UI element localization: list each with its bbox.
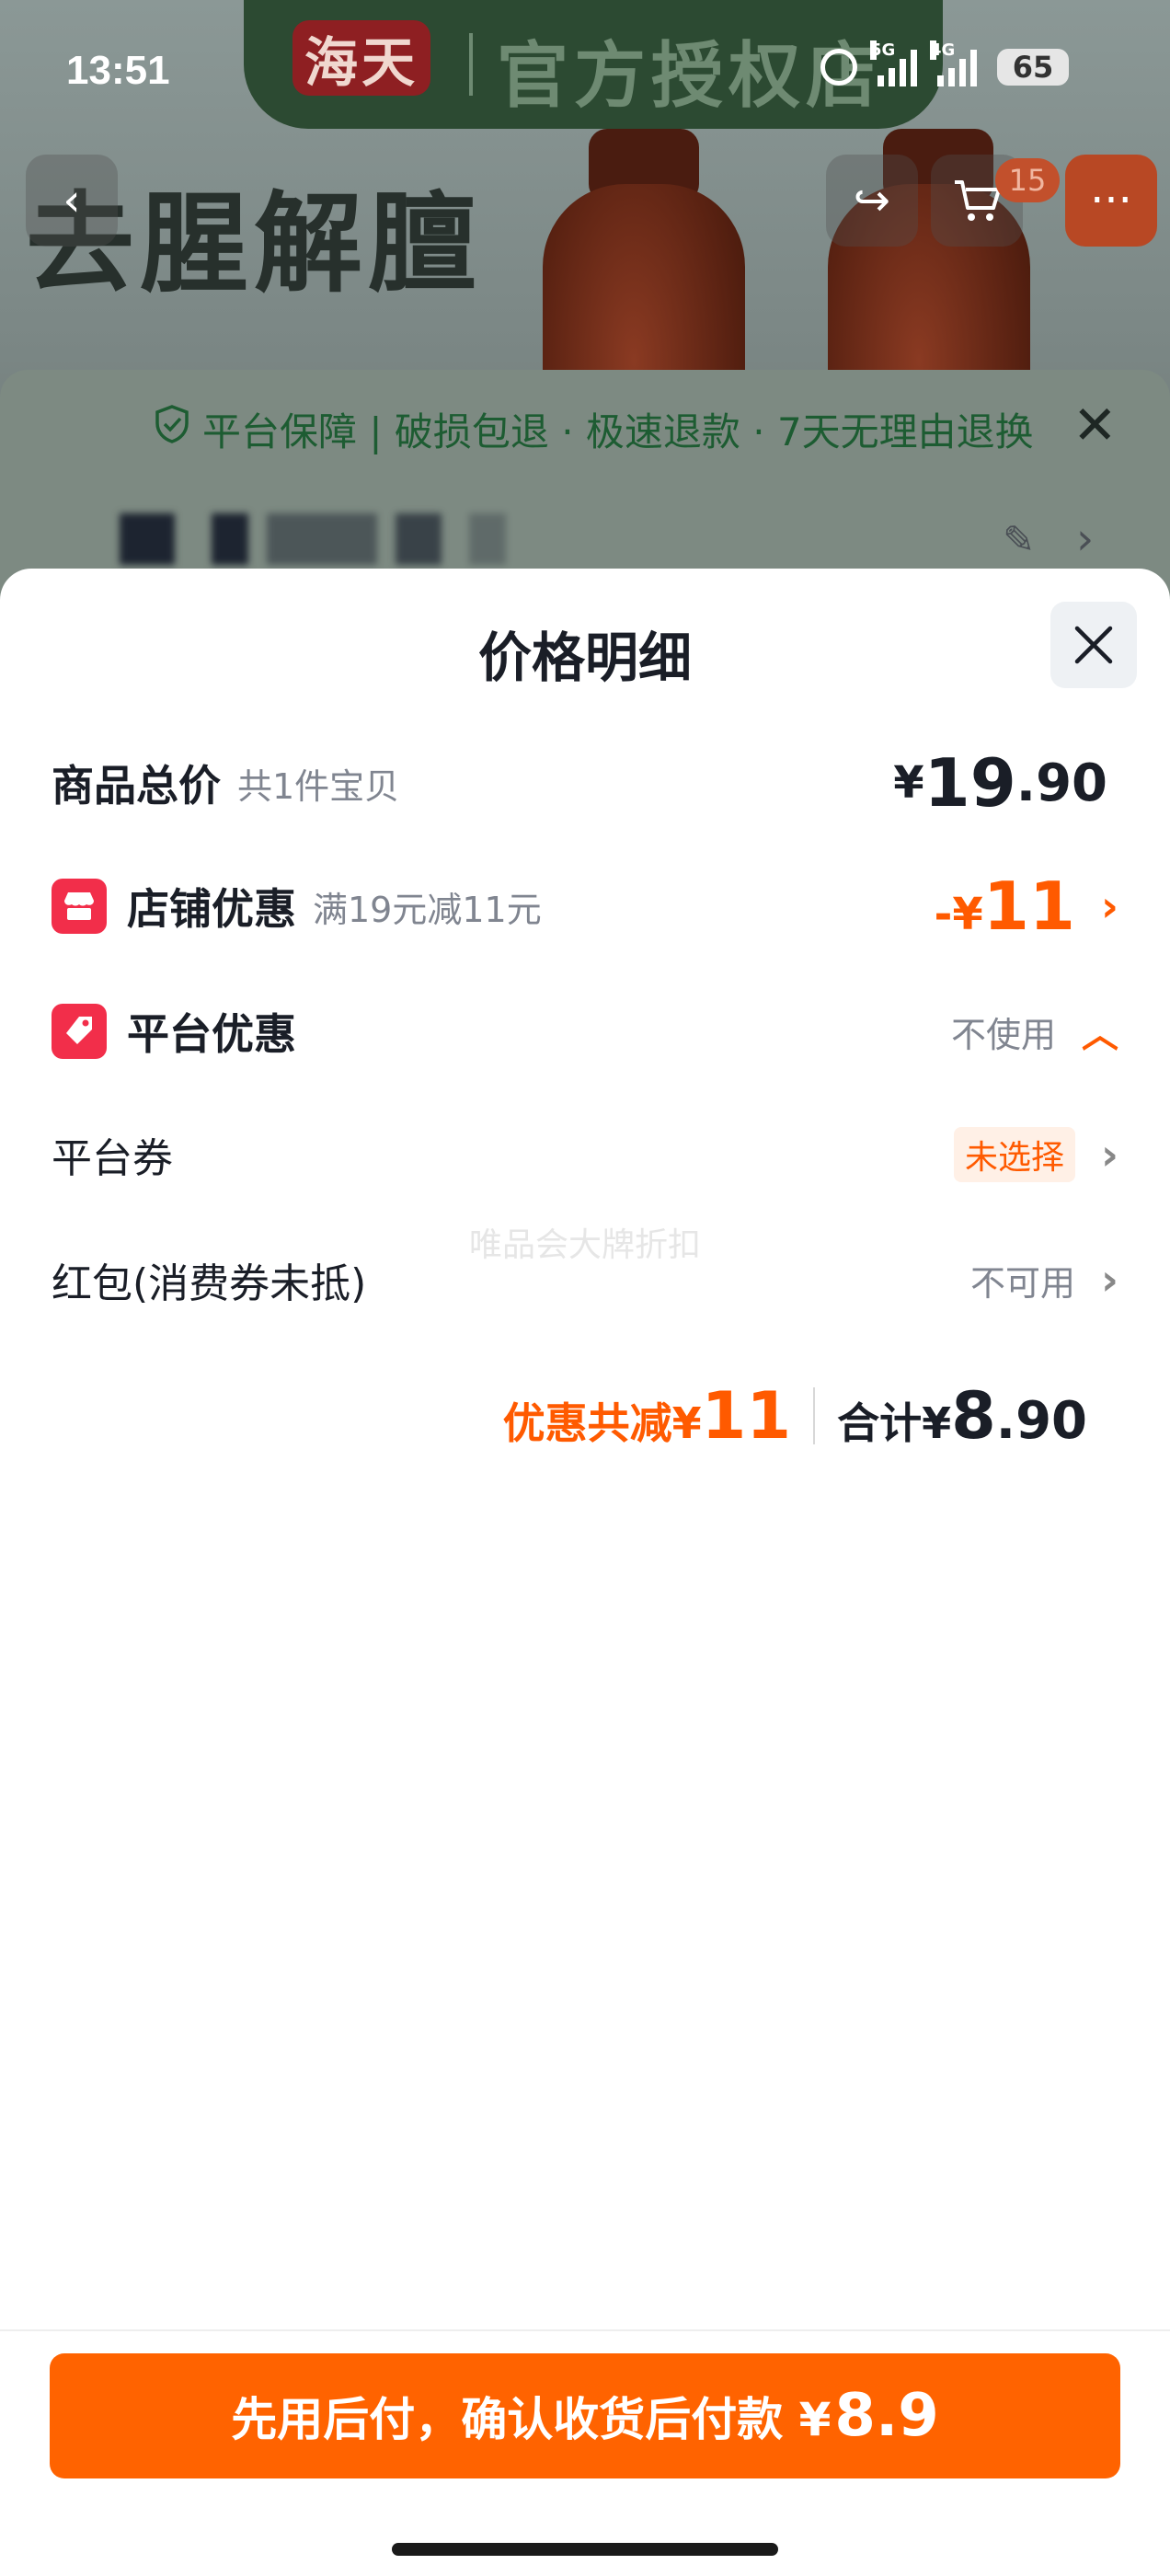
hongbao-row[interactable]: 红包(消费券未抵) 不可用 › (52, 1238, 1118, 1321)
hongbao-label: 红包(消费券未抵) (52, 1260, 367, 1307)
alarm-icon (820, 49, 857, 86)
close-icon[interactable]: ✕ (1072, 394, 1118, 456)
address-row[interactable] (46, 508, 1131, 565)
store-icon (52, 879, 107, 934)
battery-icon: 65 (997, 49, 1069, 86)
item-count: 共1件宝贝 (237, 765, 400, 807)
guarantee-text: 平台保障 | 破损包退 · 极速退款 · 7天无理由退换 (202, 409, 1034, 454)
platform-coupon-label: 平台券 (52, 1135, 173, 1182)
signal-4g-icon: 4G (930, 40, 977, 86)
home-indicator[interactable] (392, 2543, 778, 2556)
brand-separator (469, 33, 473, 96)
cart-count-badge: 15 (995, 158, 1060, 202)
total-price-row: 商品总价 共1件宝贝 ¥ 19 .90 (52, 742, 1118, 824)
platform-discount-row[interactable]: 平台优惠 不使用 ︿ (52, 990, 1118, 1073)
status-icons: 5G 4G 65 (820, 40, 1069, 86)
platform-coupon-row[interactable]: 平台券 未选择 › (52, 1113, 1118, 1196)
store-discount-value: -¥11 (934, 868, 1076, 945)
platform-discount-status: 不使用 (950, 1014, 1056, 1055)
chevron-right-icon: › (1076, 513, 1095, 565)
store-discount-rule: 满19元减11元 (313, 889, 542, 930)
edit-icon[interactable]: ✎ (1003, 517, 1035, 562)
pay-later-button[interactable]: 先用后付，确认收货后付款 ¥ 8.9 (50, 2353, 1120, 2478)
summary-discount: 优惠共减¥11 (502, 1378, 792, 1454)
bottom-bar: 先用后付，确认收货后付款 ¥ 8.9 (0, 2329, 1170, 2576)
pay-button-amount: 8.9 (834, 2382, 939, 2450)
share-button[interactable]: ↪ (826, 155, 918, 247)
share-icon: ↪ (853, 175, 891, 226)
sheet-title: 价格明细 (477, 627, 692, 689)
platform-discount-label: 平台优惠 (127, 1009, 296, 1059)
close-button[interactable] (1050, 602, 1137, 688)
chevron-right-icon: › (1101, 1255, 1118, 1305)
close-icon (1074, 626, 1113, 664)
chevron-left-icon: ‹ (63, 175, 81, 226)
brand-logo: 海天 (292, 20, 430, 96)
pay-button-label: 先用后付，确认收货后付款 ¥ (231, 2393, 832, 2446)
price-summary: 优惠共减¥11 合计¥8.90 (503, 1378, 1087, 1454)
price-detail-sheet: 价格明细 商品总价 共1件宝贝 ¥ 19 .90 店铺优惠 满19元减11元 -… (0, 569, 1170, 2576)
summary-total: 合计¥8.90 (837, 1378, 1087, 1454)
back-button[interactable]: ‹ (26, 155, 118, 247)
more-button[interactable]: ··· (1065, 155, 1157, 247)
tag-icon (52, 1004, 107, 1059)
chevron-right-icon: › (1101, 1130, 1118, 1179)
total-price-value: ¥ 19 .90 (893, 744, 1107, 822)
signal-5g-icon: 5G (870, 40, 917, 86)
store-discount-row[interactable]: 店铺优惠 满19元减11元 -¥11 › (52, 865, 1118, 948)
status-time: 13:51 (66, 48, 170, 93)
hongbao-status: 不可用 (970, 1262, 1076, 1304)
chevron-right-icon: › (1101, 881, 1118, 931)
total-price-label: 商品总价 (52, 761, 221, 811)
chevron-up-icon: ︿ (1082, 1014, 1118, 1056)
coupon-status-badge: 未选择 (954, 1127, 1076, 1182)
summary-divider (813, 1387, 816, 1444)
store-discount-label: 店铺优惠 (127, 884, 296, 934)
more-icon: ··· (1090, 175, 1132, 226)
